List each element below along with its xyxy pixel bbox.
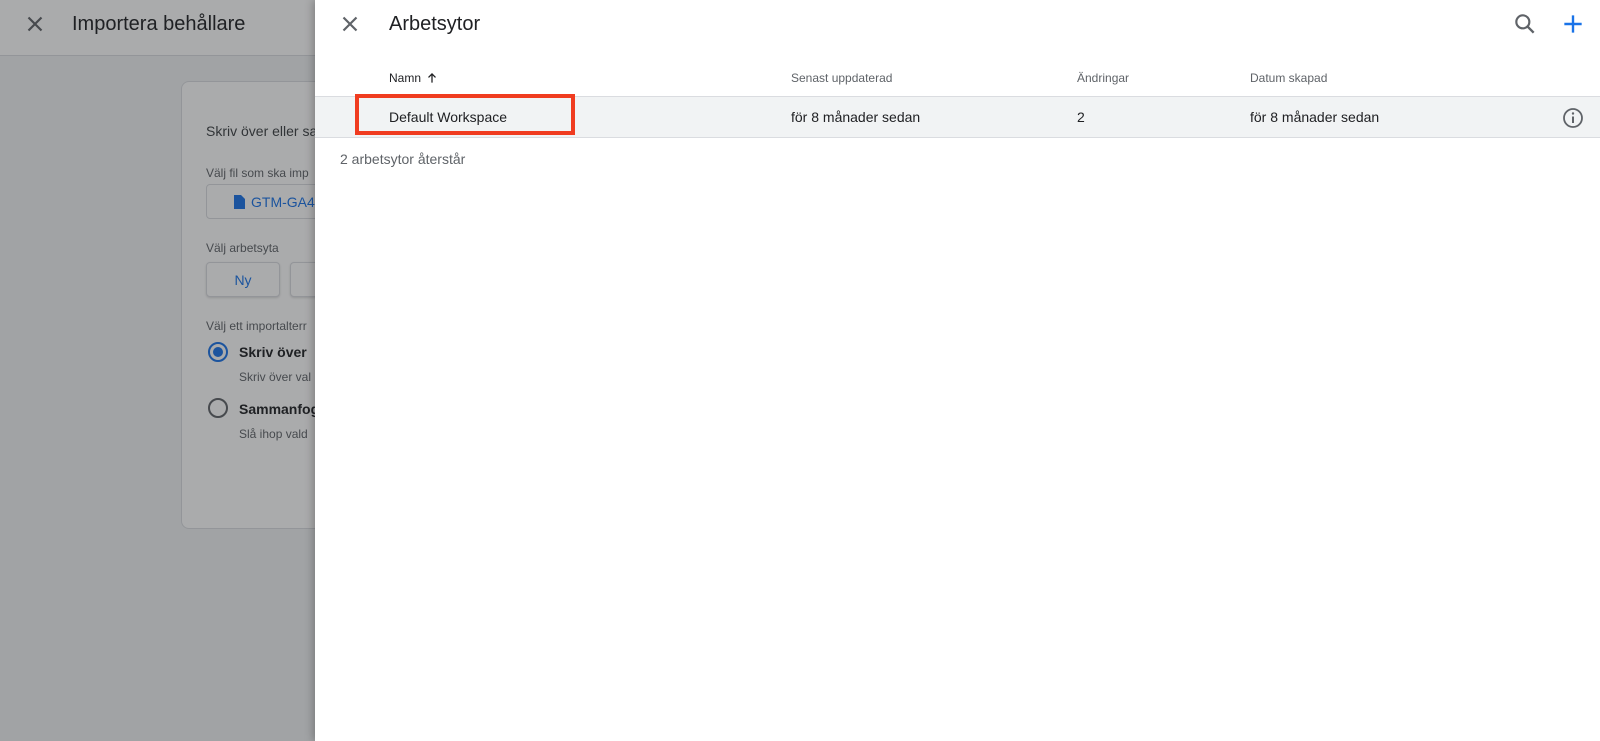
column-created-header[interactable]: Datum skapad: [1250, 71, 1327, 85]
close-icon[interactable]: [337, 11, 363, 37]
workspace-name[interactable]: Default Workspace: [389, 109, 507, 125]
add-icon[interactable]: [1560, 11, 1586, 37]
column-changes-header[interactable]: Ändringar: [1077, 71, 1129, 85]
arrow-up-icon: [428, 73, 436, 83]
workspaces-panel: Arbetsytor Namn Senast uppdaterad Ändrin…: [315, 0, 1600, 741]
search-icon[interactable]: [1512, 11, 1538, 37]
table-row[interactable]: Default Workspace för 8 månader sedan 2 …: [315, 94, 1600, 138]
column-name-label: Namn: [389, 71, 422, 85]
info-icon[interactable]: [1561, 106, 1585, 130]
workspace-created: för 8 månader sedan: [1250, 109, 1380, 125]
panel-title: Arbetsytor: [389, 13, 481, 35]
remaining-count: 2 arbetsytor återstår: [340, 151, 466, 167]
table-header: Namn Senast uppdaterad Ändringar Datum s…: [315, 58, 1600, 97]
column-name-header[interactable]: Namn: [389, 71, 439, 85]
workspace-updated: för 8 månader sedan: [791, 109, 921, 125]
workspace-changes: 2: [1077, 109, 1085, 125]
column-updated-header[interactable]: Senast uppdaterad: [791, 71, 892, 85]
